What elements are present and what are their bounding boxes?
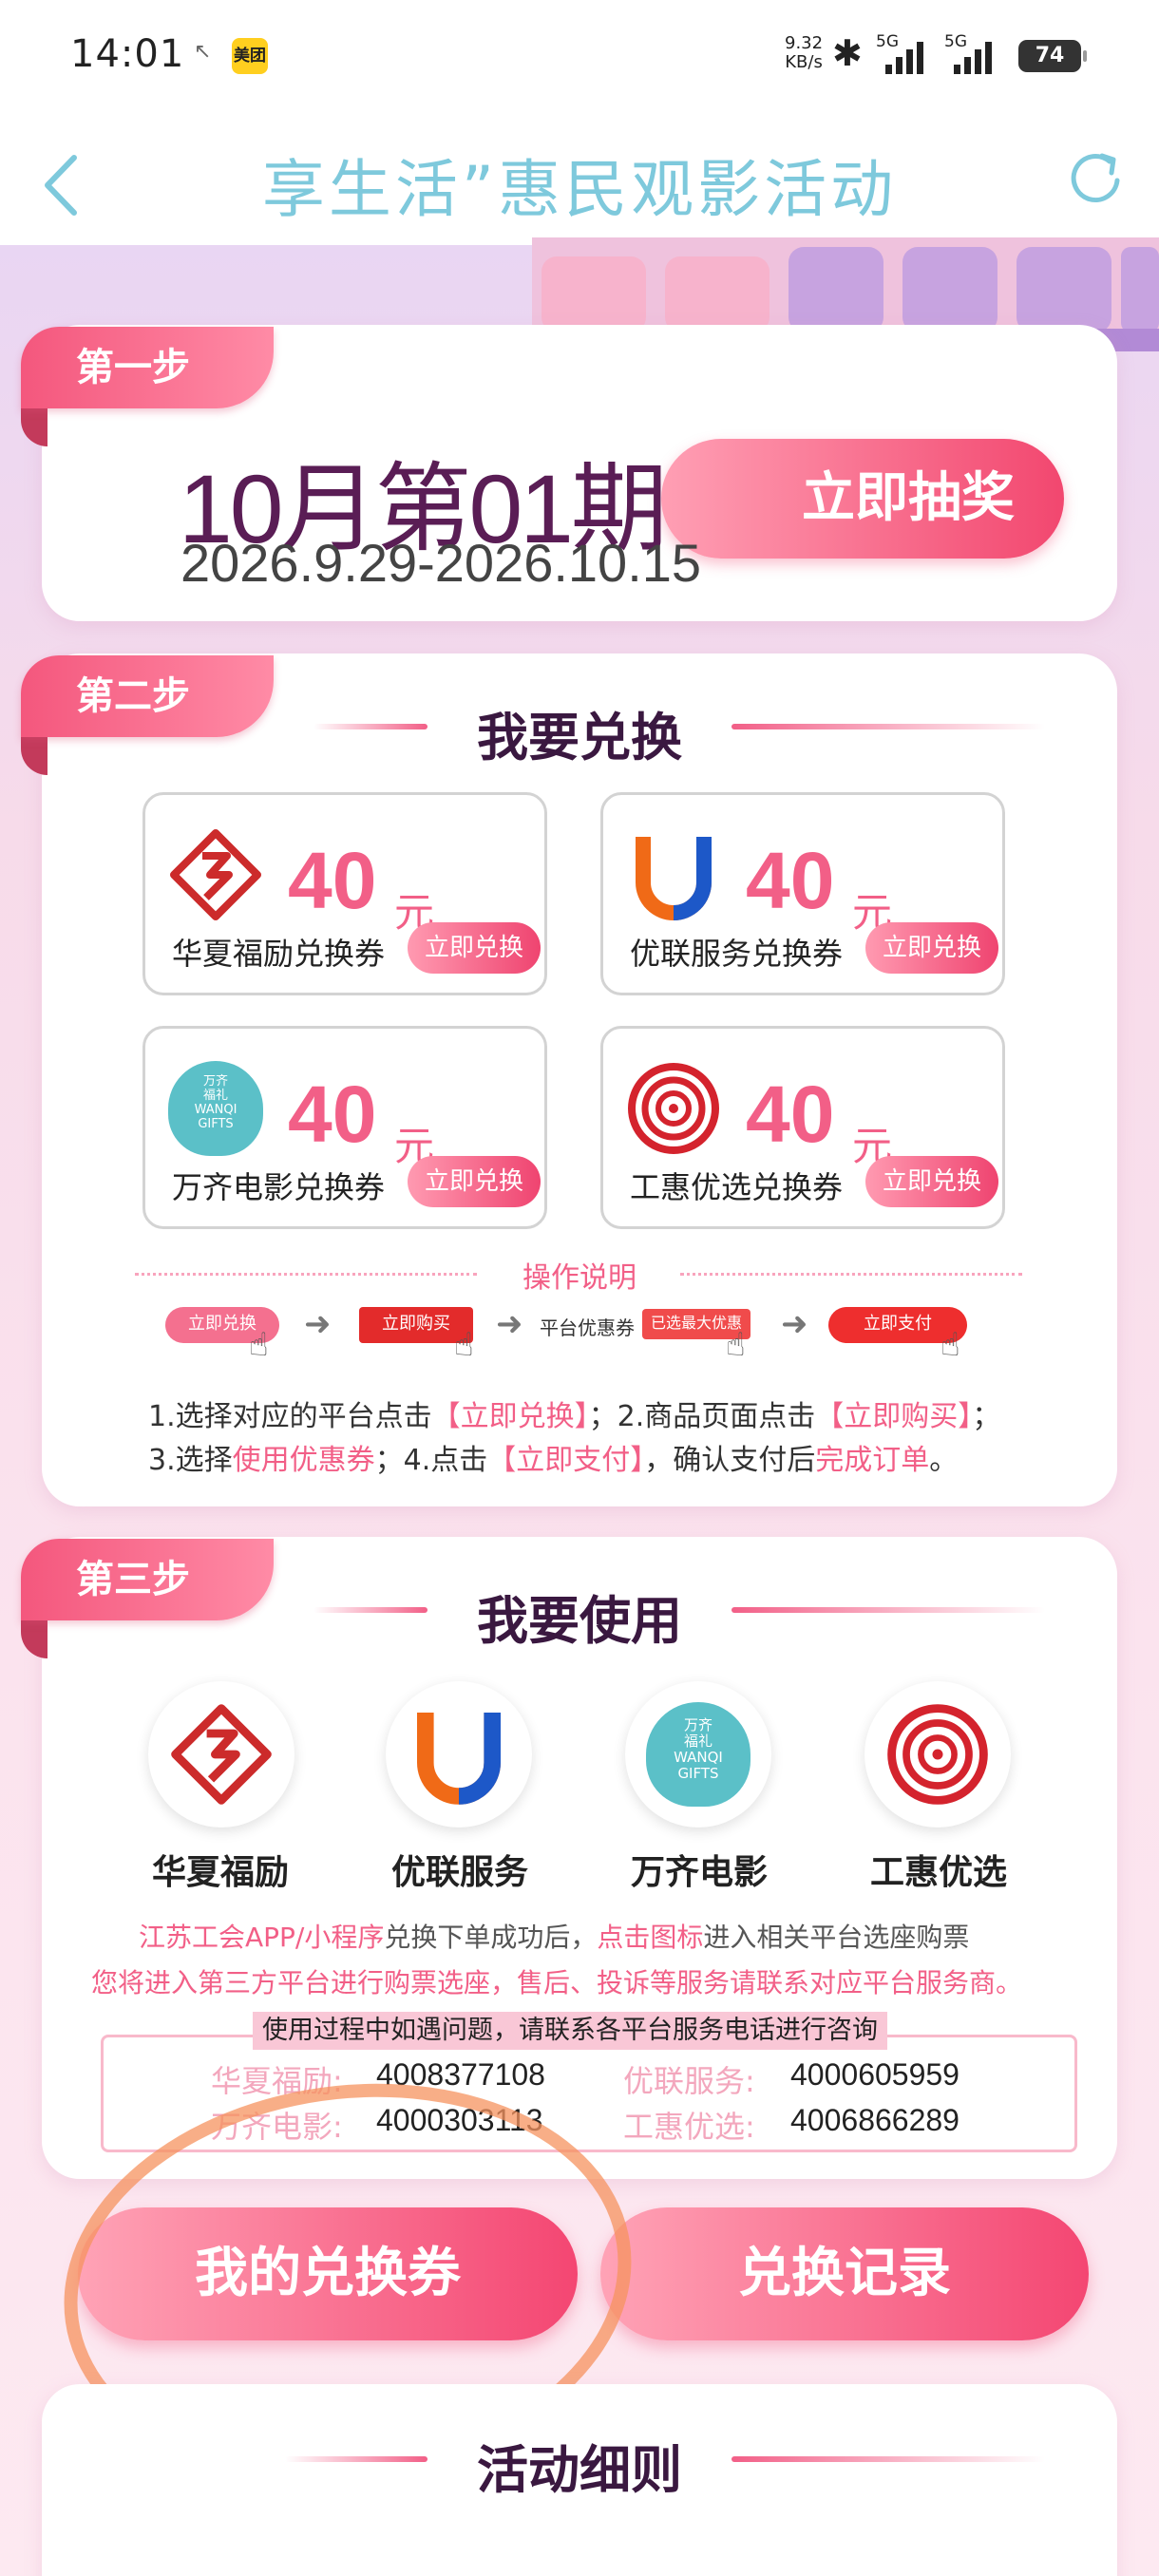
youlian-platform-button[interactable] (386, 1681, 532, 1828)
hand-pointer-icon: ☝ (249, 1326, 269, 1364)
coupon-name: 优联服务兑换券 (630, 936, 844, 972)
youlian-logo-icon (636, 837, 712, 920)
instruction-line-2: 3.选择使用优惠券；4.点击【立即支付】，确认支付后完成订单。 (148, 1444, 959, 1477)
flow-step-coupon-label: 平台优惠券 (540, 1316, 635, 1339)
period-dates: 2026.9.29-2026.10.15 (180, 533, 702, 593)
step1-tag: 第一步 (21, 327, 274, 408)
use-title: 我要使用 (477, 1591, 682, 1651)
wanqi-logo-icon: 万齐 福礼 WANQI GIFTS (168, 1061, 263, 1156)
refresh-icon[interactable] (1064, 148, 1127, 211)
bluetooth-icon: ✱ (832, 32, 863, 74)
battery-icon: 74 (1018, 40, 1087, 72)
instructions-title: 操作说明 (522, 1261, 636, 1295)
wanqi-platform-button[interactable]: 万齐 福礼 WANQI GIFTS (625, 1681, 771, 1828)
meituan-app-icon: 美团 (232, 38, 268, 74)
rules-title: 活动细则 (477, 2440, 682, 2500)
gonghui-logo-icon (628, 1063, 719, 1154)
page-title: 享生活”惠民观影活动 (261, 153, 898, 226)
exchange-button[interactable]: 立即兑换 (408, 922, 541, 974)
status-time: 14:01 (70, 32, 185, 76)
exchange-history-button[interactable]: 兑换记录 (600, 2207, 1089, 2340)
gonghui-platform-button[interactable] (864, 1681, 1011, 1828)
coupon-name: 工惠优选兑换券 (630, 1169, 844, 1205)
arrow-right-icon: ➜ (781, 1305, 808, 1343)
contact-phone[interactable]: 4000605959 (790, 2057, 960, 2093)
platform-label: 华夏福励 (151, 1853, 289, 1892)
coupon-amount: 40 (288, 1070, 377, 1159)
lottery-button[interactable]: 立即抽奖 (661, 439, 1064, 559)
huaxia-logo-icon (171, 1704, 272, 1805)
coupon-amount: 40 (746, 1070, 835, 1159)
huaxia-logo-icon (170, 829, 261, 920)
exchange-title: 我要兑换 (477, 708, 682, 767)
coupon-huaxia: 40 元 华夏福励兑换券 立即兑换 (142, 792, 547, 995)
platform-label: 万齐电影 (630, 1853, 768, 1892)
coupon-wanqi: 万齐 福礼 WANQI GIFTS 40 元 万齐电影兑换券 立即兑换 (142, 1026, 547, 1229)
coupon-name: 华夏福励兑换券 (172, 936, 386, 972)
contact-name: 优联服务: (623, 2063, 755, 2099)
usage-note-1: 江苏工会APP/小程序兑换下单成功后，点击图标进入相关平台选座购票 (139, 1922, 970, 1953)
youlian-logo-icon (417, 1713, 501, 1805)
wanqi-logo-icon: 万齐 福礼 WANQI GIFTS (646, 1702, 750, 1807)
platform-label: 工惠优选 (869, 1853, 1007, 1892)
network-speed: 9.32 KB/s (785, 33, 824, 72)
contact-phone[interactable]: 4006866289 (790, 2103, 960, 2138)
location-arrow-icon: ↖ (194, 40, 212, 64)
arrow-right-icon: ➜ (496, 1305, 523, 1343)
contact-heading: 使用过程中如遇问题，请联系各平台服务电话进行咨询 (253, 2012, 887, 2050)
hand-pointer-icon: ☝ (940, 1326, 960, 1364)
usage-note-2: 您将进入第三方平台进行购票选座，售后、投诉等服务请联系对应平台服务商。 (91, 1967, 1023, 1998)
hand-pointer-icon: ☝ (454, 1326, 474, 1364)
coupon-amount: 40 (288, 836, 377, 925)
coupon-youlian: 40 元 优联服务兑换券 立即兑换 (600, 792, 1005, 995)
huaxia-platform-button[interactable] (148, 1681, 294, 1828)
coupon-amount: 40 (746, 836, 835, 925)
exchange-button[interactable]: 立即兑换 (865, 922, 998, 974)
arrow-right-icon: ➜ (304, 1305, 332, 1343)
contact-name: 工惠优选: (623, 2109, 755, 2145)
hand-pointer-icon: ☝ (726, 1326, 746, 1364)
exchange-button[interactable]: 立即兑换 (865, 1156, 998, 1207)
exchange-button[interactable]: 立即兑换 (408, 1156, 541, 1207)
platform-label: 优联服务 (390, 1853, 528, 1892)
signal-icon-2: 5G (944, 32, 1001, 74)
signal-icon: 5G (876, 32, 933, 74)
gonghui-logo-icon (887, 1704, 988, 1805)
instruction-line-1: 1.选择对应的平台点击【立即兑换】；2.商品页面点击【立即购买】； (148, 1400, 1001, 1433)
coupon-gonghui: 40 元 工惠优选兑换券 立即兑换 (600, 1026, 1005, 1229)
coupon-name: 万齐电影兑换券 (172, 1169, 386, 1205)
